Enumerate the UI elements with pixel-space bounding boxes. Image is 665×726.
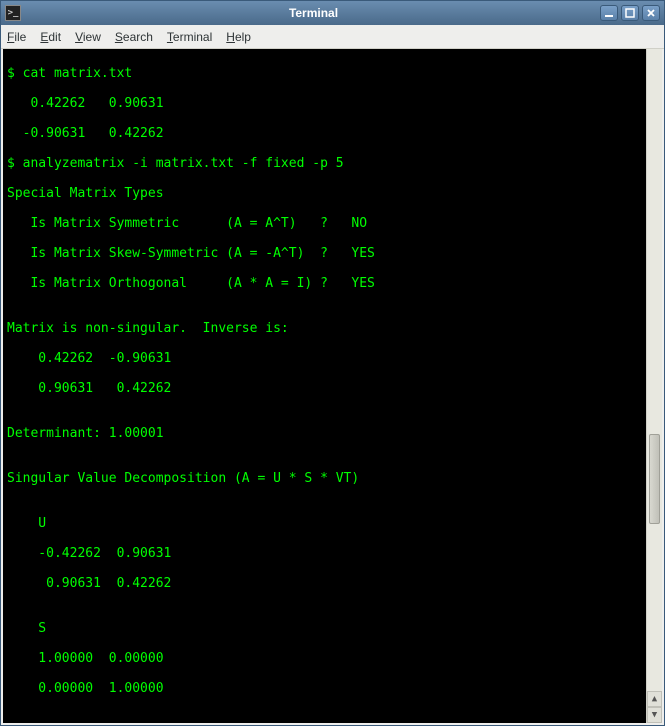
minimize-button[interactable]: [600, 5, 618, 21]
scrollbar[interactable]: ▲ ▼: [646, 49, 662, 723]
terminal-app-icon: >_: [5, 5, 21, 21]
scrollbar-thumb[interactable]: [649, 434, 660, 524]
terminal-line: 0.90631 0.42262: [7, 381, 658, 396]
terminal-line: -0.90631 0.42262: [7, 126, 658, 141]
terminal-line: Is Matrix Skew-Symmetric (A = -A^T) ? YE…: [7, 246, 658, 261]
terminal-line: 1.00000 0.00000: [7, 651, 658, 666]
terminal-line: 0.90631 0.42262: [7, 576, 658, 591]
menu-edit[interactable]: Edit: [40, 30, 61, 44]
terminal-line: Is Matrix Orthogonal (A * A = I) ? YES: [7, 276, 658, 291]
menu-file[interactable]: File: [7, 30, 26, 44]
scrollbar-up-arrow[interactable]: ▲: [647, 691, 662, 707]
menubar: File Edit View Search Terminal Help: [1, 25, 664, 49]
terminal-line: $ analyzematrix -i matrix.txt -f fixed -…: [7, 156, 658, 171]
terminal-line: S: [7, 621, 658, 636]
terminal-line: U: [7, 516, 658, 531]
minimize-icon: [604, 8, 614, 18]
menu-terminal[interactable]: Terminal: [167, 30, 212, 44]
window-title: Terminal: [27, 6, 600, 20]
terminal-line: Singular Value Decomposition (A = U * S …: [7, 471, 658, 486]
scrollbar-down-arrow[interactable]: ▼: [647, 707, 662, 723]
scrollbar-track[interactable]: [647, 49, 662, 691]
close-button[interactable]: [642, 5, 660, 21]
maximize-icon: [625, 8, 635, 18]
close-icon: [646, 8, 656, 18]
menu-search[interactable]: Search: [115, 30, 153, 44]
terminal-line: -0.42262 0.90631: [7, 546, 658, 561]
terminal-line: Special Matrix Types: [7, 186, 658, 201]
terminal-window: >_ Terminal File Edit View Search Termin…: [0, 0, 665, 726]
terminal-line: $ cat matrix.txt: [7, 66, 658, 81]
maximize-button[interactable]: [621, 5, 639, 21]
terminal-line: Matrix is non-singular. Inverse is:: [7, 321, 658, 336]
titlebar[interactable]: >_ Terminal: [1, 1, 664, 25]
menu-view[interactable]: View: [75, 30, 101, 44]
terminal-line: 0.00000 1.00000: [7, 681, 658, 696]
window-controls: [600, 5, 660, 21]
terminal-line: Determinant: 1.00001: [7, 426, 658, 441]
terminal-area[interactable]: $ cat matrix.txt 0.42262 0.90631 -0.9063…: [1, 49, 664, 725]
terminal-line: 0.42262 0.90631: [7, 96, 658, 111]
terminal-line: Is Matrix Symmetric (A = A^T) ? NO: [7, 216, 658, 231]
terminal-line: 0.42262 -0.90631: [7, 351, 658, 366]
menu-help[interactable]: Help: [226, 30, 251, 44]
